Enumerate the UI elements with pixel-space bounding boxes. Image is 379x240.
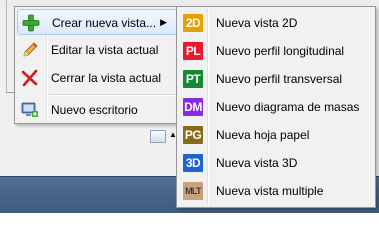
submenu-item-label: Nueva vista 3D [216, 156, 298, 170]
longitudinal-profile-icon: PL [183, 42, 203, 60]
submenu-item-label: Nuevo perfil longitudinal [216, 44, 345, 58]
menu-item-label: Cerrar la vista actual [51, 71, 162, 85]
transverse-profile-icon: PT [183, 70, 203, 88]
background-divider [6, 0, 7, 92]
menu-item-label: Editar la vista actual [51, 43, 159, 57]
submenu-item-perfil-transversal[interactable]: PT Nuevo perfil transversal [179, 66, 373, 92]
plus-icon [22, 14, 40, 32]
tray-window-icon[interactable] [150, 130, 166, 143]
menu-item-editar-vista[interactable]: Editar la vista actual [17, 37, 178, 63]
submenu-item-label: Nueva vista 2D [216, 16, 298, 30]
menu-item-label: Nuevo escritorio [51, 103, 138, 117]
submenu-item-label: Nueva hoja papel [216, 128, 310, 142]
submenu-item-diagrama-de-masas[interactable]: DM Nuevo diagrama de masas [179, 94, 373, 120]
multiple-view-icon: MLT [183, 182, 203, 200]
menu-item-crear-nueva-vista[interactable]: Crear nueva vista... ▶ [17, 9, 178, 35]
context-menu: Crear nueva vista... ▶ Editar la vista a… [14, 6, 181, 124]
new-desktop-icon [21, 102, 38, 117]
submenu-item-label: Nuevo diagrama de masas [216, 100, 360, 114]
menu-item-nuevo-escritorio[interactable]: Nuevo escritorio [17, 97, 178, 123]
paper-sheet-icon: PG [183, 126, 203, 144]
submenu-arrow-icon: ▶ [160, 17, 167, 27]
submenu-item-perfil-longitudinal[interactable]: PL Nuevo perfil longitudinal [179, 38, 373, 64]
submenu-crear-nueva-vista: 2D Nueva vista 2D PL Nuevo perfil longit… [176, 6, 376, 208]
mass-diagram-icon: DM [183, 98, 203, 116]
view-2d-icon: 2D [183, 14, 203, 32]
submenu-item-hoja-papel[interactable]: PG Nueva hoja papel [179, 122, 373, 148]
menu-item-label: Crear nueva vista... [52, 16, 157, 30]
pencil-icon [23, 42, 38, 57]
menu-separator [49, 94, 177, 96]
submenu-item-vista-multiple[interactable]: MLT Nueva vista multiple [179, 178, 373, 204]
submenu-item-label: Nuevo perfil transversal [216, 72, 343, 86]
submenu-item-nueva-vista-2d[interactable]: 2D Nueva vista 2D [179, 10, 373, 36]
menu-item-cerrar-vista[interactable]: Cerrar la vista actual [17, 65, 178, 91]
close-x-icon [21, 69, 38, 87]
view-3d-icon: 3D [183, 154, 203, 172]
submenu-item-label: Nueva vista multiple [216, 184, 324, 198]
submenu-item-vista-3d[interactable]: 3D Nueva vista 3D [179, 150, 373, 176]
